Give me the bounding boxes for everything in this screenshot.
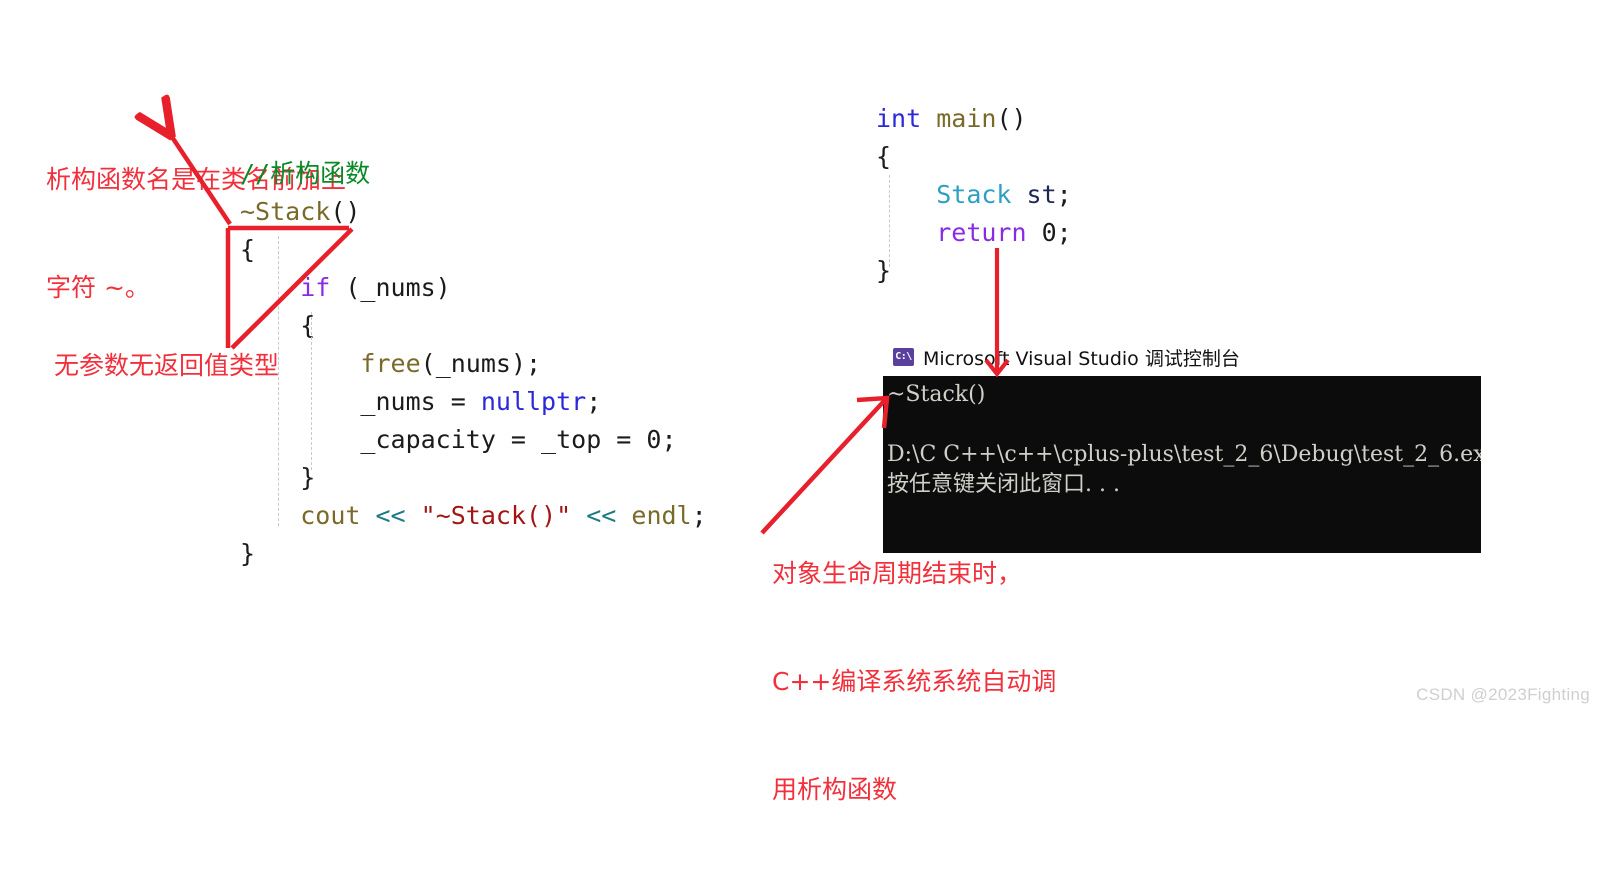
- console-line: D:\C C++\c++\cplus-plus\test_2_6\Debug\t…: [887, 442, 1481, 467]
- code-token: (): [330, 197, 361, 226]
- code-token: if: [300, 273, 331, 302]
- code-token: main: [936, 104, 997, 133]
- screenshot-canvas: 析构函数名是在类名前加上 字符 ~。 无参数无返回值类型 //析构函数 ~Stac…: [0, 0, 1602, 804]
- code-line: }: [240, 535, 707, 573]
- code-token: cout: [300, 501, 376, 530]
- code-line: return 0;: [876, 214, 1072, 252]
- code-block-destructor: //析构函数 ~Stack(){ if (_nums) { free(_nums)…: [240, 155, 707, 573]
- code-line: int main(): [876, 100, 1072, 138]
- code-line: //析构函数: [240, 155, 707, 193]
- code-token: Stack: [936, 180, 1012, 209]
- code-token: (_nums);: [420, 349, 542, 378]
- code-token: }: [240, 539, 256, 568]
- code-line: {: [876, 138, 1072, 176]
- indent-guide: [278, 236, 279, 526]
- code-line: }: [240, 459, 707, 497]
- code-line: if (_nums): [240, 269, 707, 307]
- csdn-watermark: CSDN @2023Fighting: [1416, 685, 1590, 704]
- code-token: (): [996, 104, 1027, 133]
- code-token: 0;: [1026, 218, 1072, 247]
- code-line: {: [240, 231, 707, 269]
- code-token: _capacity = _top = 0;: [360, 425, 677, 454]
- code-line: _nums = nullptr;: [240, 383, 707, 421]
- annotation-object-lifetime: 对象生命周期结束时， C++编译系统系统自动调 用析构函数: [772, 484, 1092, 880]
- code-block-main: int main() { Stack st; return 0;}: [876, 100, 1072, 290]
- console-titlebar: C:\ Microsoft Visual Studio 调试控制台: [883, 338, 1481, 376]
- code-token: }: [300, 463, 316, 492]
- code-line: cout << "~Stack()" << endl;: [240, 497, 707, 535]
- code-token: endl: [631, 501, 692, 530]
- code-token: st: [1026, 180, 1057, 209]
- console-app-icon: C:\: [893, 348, 914, 366]
- code-token: ;: [586, 387, 602, 416]
- code-token: <<: [586, 501, 617, 530]
- code-token: {: [240, 235, 256, 264]
- code-token: //析构函数: [240, 159, 371, 188]
- indent-guide: [889, 175, 890, 267]
- annotation-object-lifetime-line1: 对象生命周期结束时，: [772, 559, 1023, 588]
- code-token: ;: [1056, 180, 1072, 209]
- console-app-icon-label: C:\: [895, 351, 912, 362]
- code-line: ~Stack(): [240, 193, 707, 231]
- code-token: {: [300, 311, 316, 340]
- code-line: }: [876, 252, 1072, 290]
- annotation-object-lifetime-line2: C++编译系统系统自动调: [772, 667, 1057, 696]
- code-line: free(_nums);: [240, 345, 707, 383]
- code-token: _nums =: [360, 387, 481, 416]
- code-token: "~Stack()": [420, 501, 572, 530]
- code-line: {: [240, 307, 707, 345]
- code-token: return: [936, 218, 1027, 247]
- code-token: <<: [375, 501, 406, 530]
- code-token: {: [876, 142, 892, 171]
- code-token: ;: [691, 501, 707, 530]
- code-token: (_nums): [330, 273, 451, 302]
- code-token: ~Stack: [240, 197, 331, 226]
- code-line: _capacity = _top = 0;: [240, 421, 707, 459]
- indent-guide: [311, 312, 312, 470]
- code-token: nullptr: [480, 387, 587, 416]
- console-line: ~Stack(): [887, 382, 986, 407]
- console-title-text: Microsoft Visual Studio 调试控制台: [923, 347, 1240, 370]
- code-token: int: [876, 104, 922, 133]
- annotation-object-lifetime-line3: 用析构函数: [772, 775, 898, 804]
- code-token: free: [360, 349, 421, 378]
- code-line: Stack st;: [876, 176, 1072, 214]
